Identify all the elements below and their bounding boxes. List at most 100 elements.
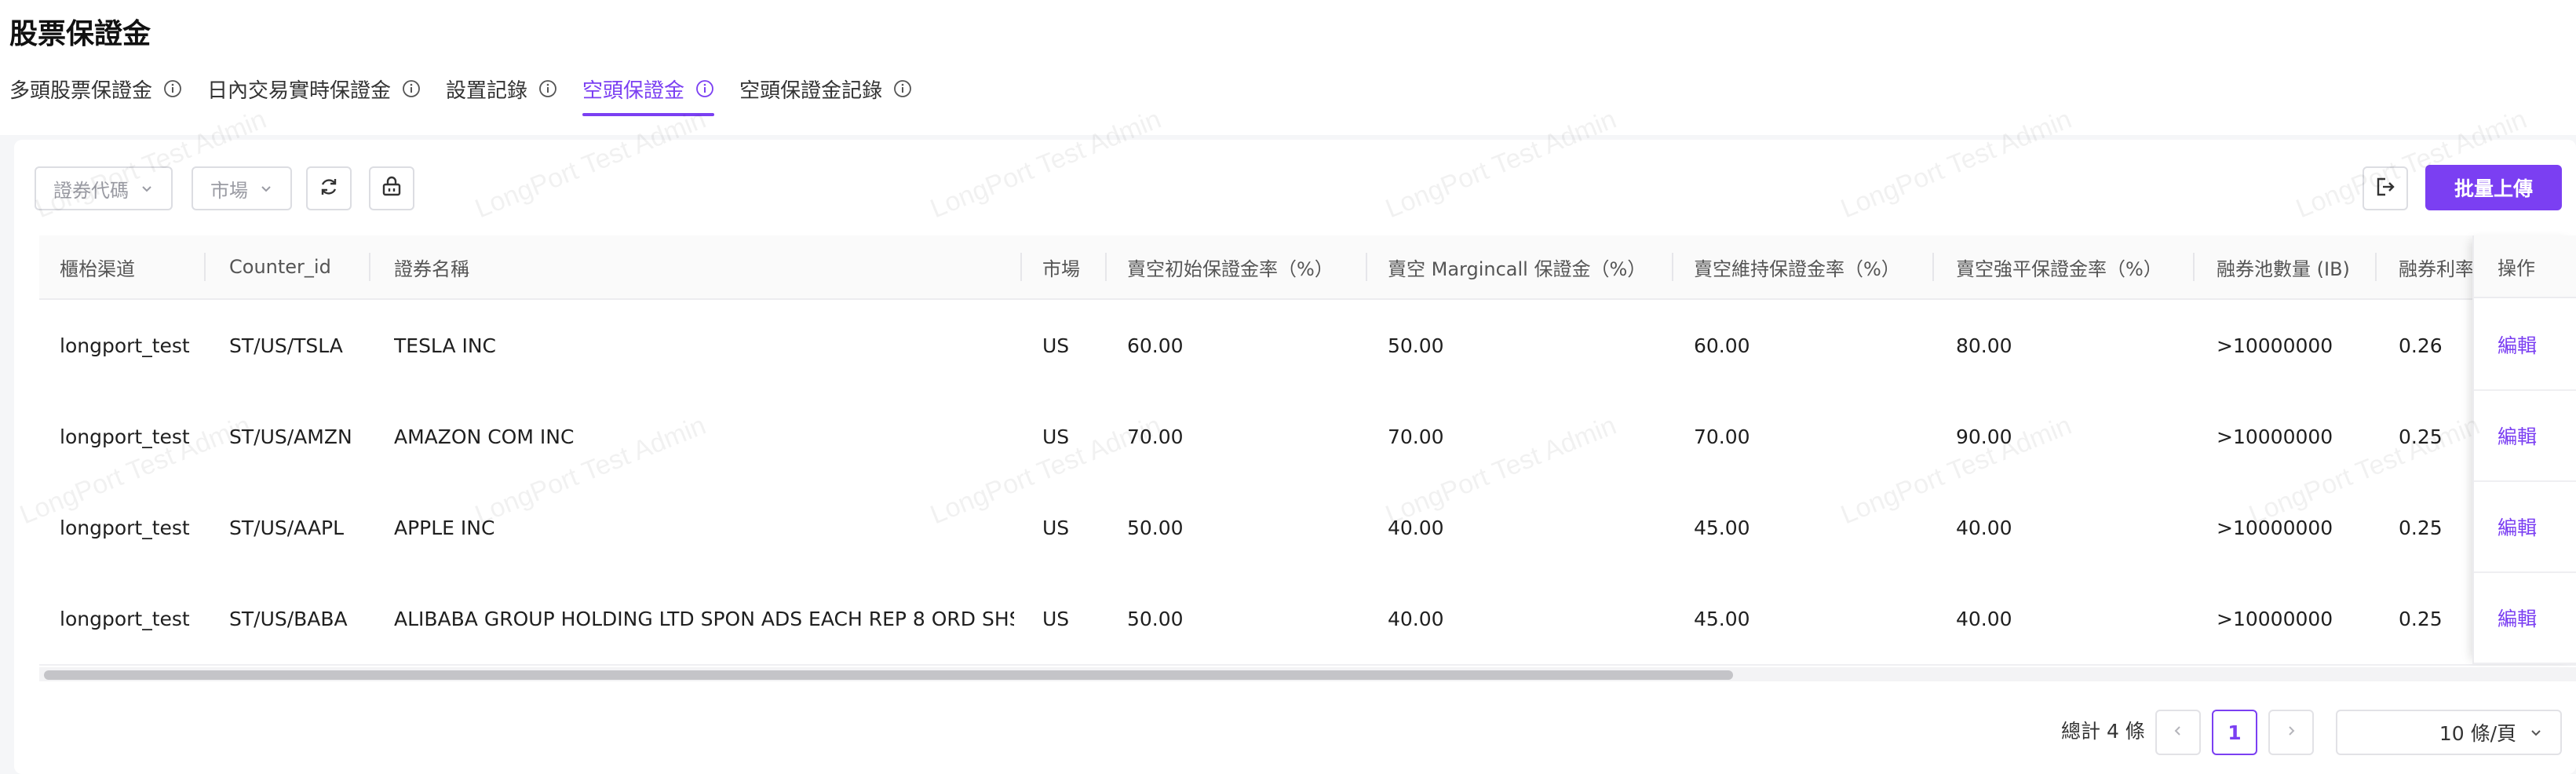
cell-margincall: 40.00 [1388,516,1444,539]
cell-counter-id: ST/US/AAPL [229,516,345,539]
cell-maintenance-rate: 45.00 [1694,607,1750,630]
cell-channel: longport_test [60,425,190,448]
action-cell: 編輯 [2474,482,2576,573]
column-divider [1020,253,1022,281]
cell-security-name: APPLE INC [394,516,495,539]
cell-channel: longport_test [60,516,190,539]
table-header: 櫃枱渠道 Counter_id 證券名稱 市場 賣空初始保證金率（%） 賣空 M… [39,235,2576,300]
market-placeholder: 市場 [210,179,248,202]
column-divider [1366,253,1367,281]
column-header-market: 市場 [1042,257,1080,280]
cell-maintenance-rate: 45.00 [1694,516,1750,539]
column-divider [1105,253,1107,281]
action-column: 操作 編輯 編輯 編輯 編輯 [2472,235,2576,664]
cell-security-name: AMAZON COM INC [394,425,575,448]
bulk-upload-button[interactable]: 批量上傳 [2425,165,2562,210]
cell-security-name: TESLA INC [394,334,497,357]
column-divider [1932,253,1934,281]
chevron-down-icon [2529,725,2543,739]
cell-initial-rate: 70.00 [1127,425,1184,448]
cell-maintenance-rate: 70.00 [1694,425,1750,448]
tab-label: 空頭保證金記錄 [739,78,883,103]
tab-long-margin[interactable]: 多頭股票保證金 [9,72,182,105]
info-icon[interactable] [538,79,557,98]
cell-market: US [1042,334,1070,357]
export-icon [2374,176,2396,201]
chevron-left-icon [2171,724,2185,741]
cell-security-name: ALIBABA GROUP HOLDING LTD SPON ADS EACH … [394,607,1014,630]
column-header-maintenance-rate: 賣空維持保證金率（%） [1694,257,1900,280]
cell-initial-rate: 60.00 [1127,334,1184,357]
cell-pool-quantity: >10000000 [2217,516,2333,539]
tab-label: 空頭保證金 [582,78,685,103]
chevron-down-icon [259,181,273,195]
info-icon[interactable] [402,79,421,98]
column-header-channel: 櫃枱渠道 [60,257,135,280]
column-header-pool-quantity: 融券池數量 (IB) [2217,257,2350,280]
edit-link[interactable]: 編輯 [2498,513,2537,541]
column-divider [1672,253,1673,281]
column-header-initial-rate: 賣空初始保證金率（%） [1127,257,1334,280]
cell-margincall: 70.00 [1388,425,1444,448]
cell-pool-quantity: >10000000 [2217,607,2333,630]
tab-short-margin[interactable]: 空頭保證金 [582,72,715,116]
table-row: longport_test ST/US/BABA ALIBABA GROUP H… [39,573,2576,666]
cell-initial-rate: 50.00 [1127,607,1184,630]
tab-label: 設置記錄 [446,78,528,103]
cell-counter-id: ST/US/TSLA [229,334,343,357]
tab-short-margin-log[interactable]: 空頭保證金記錄 [739,72,912,105]
table-row: longport_test ST/US/AAPL APPLE INC US 50… [39,482,2576,575]
cell-market: US [1042,425,1070,448]
refresh-icon [318,176,340,201]
scrollbar-thumb[interactable] [44,670,1733,680]
cell-market: US [1042,607,1070,630]
tab-settings-log[interactable]: 設置記錄 [446,72,557,105]
chevron-down-icon [140,181,154,195]
cell-liquidation-rate: 80.00 [1956,334,2012,357]
edit-link[interactable]: 編輯 [2498,330,2537,359]
action-cell: 編輯 [2474,300,2576,391]
chevron-right-icon [2284,724,2298,741]
page-size-label: 10 條/頁 [2439,722,2516,745]
next-page-button[interactable] [2268,710,2314,755]
column-divider [369,253,370,281]
export-button[interactable] [2363,166,2408,210]
page-number-button[interactable]: 1 [2212,710,2257,755]
basket-button[interactable] [369,166,414,210]
table-row: longport_test ST/US/AMZN AMAZON COM INC … [39,391,2576,484]
column-header-liquidation-rate: 賣空強平保證金率（%） [1956,257,2162,280]
cell-channel: longport_test [60,334,190,357]
column-divider [2375,253,2377,281]
cell-channel: longport_test [60,607,190,630]
info-icon[interactable] [893,79,912,98]
action-cell: 編輯 [2474,573,2576,664]
cell-liquidation-rate: 90.00 [1956,425,2012,448]
cell-market: US [1042,516,1070,539]
basket-icon [381,176,403,201]
refresh-button[interactable] [306,166,352,210]
prev-page-button[interactable] [2155,710,2201,755]
cell-counter-id: ST/US/AMZN [229,425,352,448]
cell-pool-quantity: >10000000 [2217,334,2333,357]
cell-liquidation-rate: 40.00 [1956,516,2012,539]
tab-intraday-margin[interactable]: 日內交易實時保證金 [207,72,421,105]
column-header-security-name: 證券名稱 [394,257,469,280]
security-code-placeholder: 證券代碼 [53,179,129,202]
tab-bar: 多頭股票保證金 日內交易實時保證金 設置記錄 空頭保證金 空頭保證金記錄 [9,72,937,121]
tab-label: 多頭股票保證金 [9,78,153,103]
column-header-counter-id: Counter_id [229,256,331,278]
cell-counter-id: ST/US/BABA [229,607,348,630]
edit-link[interactable]: 編輯 [2498,422,2537,450]
cell-margincall: 40.00 [1388,607,1444,630]
cell-initial-rate: 50.00 [1127,516,1184,539]
column-header-margincall: 賣空 Margincall 保證金（%） [1388,257,1647,280]
tab-label: 日內交易實時保證金 [207,78,392,103]
action-cell: 編輯 [2474,391,2576,482]
info-icon[interactable] [695,79,714,98]
security-code-select[interactable]: 證券代碼 [35,166,173,210]
market-select[interactable]: 市場 [192,166,292,210]
page-size-select[interactable]: 10 條/頁 [2336,710,2562,755]
table-row: longport_test ST/US/TSLA TESLA INC US 60… [39,300,2576,392]
info-icon[interactable] [163,79,182,98]
edit-link[interactable]: 編輯 [2498,604,2537,632]
